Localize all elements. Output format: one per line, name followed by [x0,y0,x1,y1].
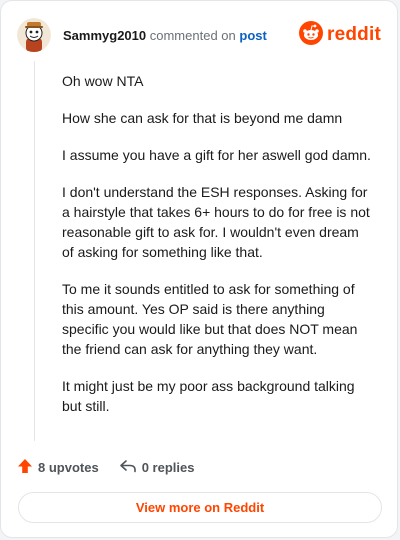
comment-paragraph: To me it sounds entitled to ask for some… [62,281,358,357]
comment-paragraph: I don't understand the ESH responses. As… [62,184,370,260]
comment-paragraph: I assume you have a gift for her aswell … [62,147,371,163]
thread-line [34,61,35,441]
upvote-count: 8 upvotes [38,459,99,475]
comment-paragraph: Oh wow NTA [62,73,144,89]
username[interactable]: Sammyg2010 [63,28,146,43]
comment-card: Sammyg2010 commented on post reddit Oh w… [0,0,398,538]
upvote-arrow-icon [17,458,38,477]
post-link[interactable]: post [239,28,266,43]
action-text: commented on [149,27,236,43]
comment-paragraph: How she can ask for that is beyond me da… [62,110,343,126]
avatar[interactable] [17,18,51,52]
reddit-brand[interactable]: reddit [299,20,381,50]
reply-button[interactable]: 0 replies [119,458,195,477]
upvote-button[interactable]: 8 upvotes [17,458,99,477]
comment-meta: Sammyg2010 commented on post [63,28,267,43]
comment-header: Sammyg2010 commented on post reddit [17,17,381,53]
reply-count: 0 replies [141,459,195,475]
comment-actions: 8 upvotes 0 replies [17,457,194,477]
comment-paragraph: It might just be my poor ass background … [62,378,355,414]
comment-body: Oh wow NTA How she can ask for that is b… [62,71,374,433]
reddit-logo-icon [299,20,324,50]
reddit-wordmark: reddit [327,24,381,45]
reply-icon [119,458,142,477]
view-more-button[interactable]: View more on Reddit [18,492,382,523]
